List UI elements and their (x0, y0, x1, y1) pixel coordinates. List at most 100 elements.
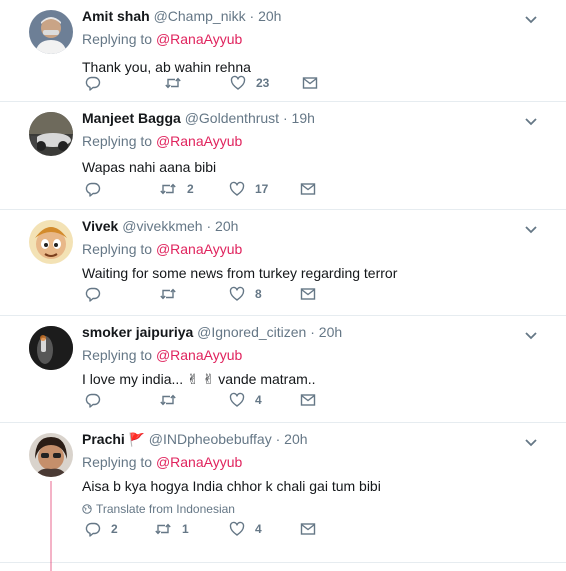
tweet-time[interactable]: 19h (292, 110, 315, 126)
direct-message-button[interactable] (300, 391, 316, 409)
separator-dot: · (279, 110, 292, 126)
reply-icon (85, 181, 101, 197)
envelope-icon (302, 76, 318, 90)
chevron-down-icon[interactable] (524, 12, 538, 24)
retweet-icon (159, 181, 177, 197)
envelope-icon (300, 287, 316, 301)
like-count: 8 (255, 287, 262, 301)
author-name[interactable]: smoker jaipuriya (82, 324, 193, 340)
author-name[interactable]: Vivek (82, 218, 118, 234)
envelope-icon (300, 393, 316, 407)
avatar[interactable] (29, 220, 73, 264)
like-count: 4 (255, 393, 262, 407)
replying-prefix: Replying to (82, 241, 153, 257)
chevron-down-icon[interactable] (524, 328, 538, 340)
retweet-count: 1 (182, 522, 189, 536)
tweet-text: I love my india... ✌ ✌ vande matram.. (82, 371, 316, 387)
translate-label: Translate from Indonesian (96, 502, 235, 516)
replying-to: Replying to @RanaAyyub (82, 240, 242, 258)
replying-to: Replying to @RanaAyyub (82, 30, 242, 48)
reply-target-link[interactable]: @RanaAyyub (156, 241, 242, 257)
reply-tweet[interactable]: smoker jaipuriya @Ignored_citizen · 20h … (0, 316, 566, 423)
like-count: 17 (255, 182, 269, 196)
tweet-time[interactable]: 20h (319, 324, 342, 340)
reply-button[interactable] (85, 180, 111, 198)
reply-target-link[interactable]: @RanaAyyub (156, 454, 242, 470)
avatar[interactable] (29, 10, 73, 54)
retweet-button[interactable] (159, 285, 187, 303)
reply-tweet[interactable]: Prachi 🚩 @INDpheobebuffay · 20h Replying… (0, 423, 566, 571)
heart-icon (229, 286, 245, 302)
author-name[interactable]: Prachi (82, 431, 125, 447)
globe-icon (82, 503, 92, 517)
tweet-header: Vivek @vivekkmeh · 20h (82, 217, 238, 235)
direct-message-button[interactable] (300, 285, 316, 303)
reply-tweet[interactable]: Manjeet Bagga @Goldenthrust · 19h Replyi… (0, 102, 566, 210)
direct-message-button[interactable] (302, 74, 318, 92)
like-button[interactable]: 8 (229, 285, 262, 303)
retweet-button[interactable] (164, 74, 192, 92)
tweet-header: Manjeet Bagga @Goldenthrust · 19h (82, 109, 315, 127)
retweet-button[interactable]: 1 (154, 520, 189, 538)
author-handle[interactable]: @Ignored_citizen (197, 324, 306, 340)
tweet-header: smoker jaipuriya @Ignored_citizen · 20h (82, 323, 342, 341)
translate-link[interactable]: Translate from Indonesian (82, 502, 235, 517)
retweet-count: 2 (187, 182, 194, 196)
thread-line (50, 481, 52, 571)
avatar[interactable] (29, 112, 73, 156)
author-handle[interactable]: @INDpheobebuffay (149, 431, 272, 447)
tweet-header: Prachi 🚩 @INDpheobebuffay · 20h (82, 430, 308, 449)
chevron-down-icon[interactable] (524, 435, 538, 447)
replying-to: Replying to @RanaAyyub (82, 132, 242, 150)
direct-message-button[interactable] (300, 180, 316, 198)
reply-icon (85, 75, 101, 91)
tweet-text: Waiting for some news from turkey regard… (82, 265, 398, 281)
chevron-down-icon[interactable] (524, 222, 538, 234)
retweet-icon (164, 75, 182, 91)
tweet-time[interactable]: 20h (284, 431, 307, 447)
replying-prefix: Replying to (82, 454, 153, 470)
reply-button[interactable] (85, 391, 111, 409)
tweet-header: Amit shah @Champ_nikk · 20h (82, 7, 281, 25)
like-button[interactable]: 17 (229, 180, 268, 198)
retweet-icon (154, 521, 172, 537)
separator-dot: · (202, 218, 216, 234)
like-button[interactable]: 23 (230, 74, 269, 92)
replying-prefix: Replying to (82, 347, 153, 363)
separator-dot: · (245, 8, 259, 24)
reply-target-link[interactable]: @RanaAyyub (156, 133, 242, 149)
tweet-time[interactable]: 20h (258, 8, 281, 24)
avatar[interactable] (29, 433, 73, 477)
envelope-icon (300, 182, 316, 196)
reply-target-link[interactable]: @RanaAyyub (156, 347, 242, 363)
author-handle[interactable]: @Goldenthrust (185, 110, 279, 126)
author-name[interactable]: Manjeet Bagga (82, 110, 181, 126)
replying-prefix: Replying to (82, 31, 153, 47)
tweet-time[interactable]: 20h (215, 218, 238, 234)
heart-icon (229, 181, 245, 197)
avatar[interactable] (29, 326, 73, 370)
reply-button[interactable] (85, 74, 111, 92)
like-button[interactable]: 4 (229, 520, 262, 538)
replying-prefix: Replying to (82, 133, 153, 149)
reply-button[interactable] (85, 285, 111, 303)
retweet-button[interactable] (159, 391, 187, 409)
heart-icon (229, 392, 245, 408)
reply-tweet[interactable]: Vivek @vivekkmeh · 20h Replying to @Rana… (0, 210, 566, 316)
like-button[interactable]: 4 (229, 391, 262, 409)
direct-message-button[interactable] (300, 520, 316, 538)
author-handle[interactable]: @vivekkmeh (122, 218, 202, 234)
reply-icon (85, 521, 101, 537)
author-name[interactable]: Amit shah (82, 8, 150, 24)
reply-target-link[interactable]: @RanaAyyub (156, 31, 242, 47)
author-handle[interactable]: @Champ_nikk (154, 8, 246, 24)
like-count: 4 (255, 522, 262, 536)
reply-button[interactable]: 2 (85, 520, 118, 538)
retweet-icon (159, 286, 177, 302)
reply-tweet[interactable]: Amit shah @Champ_nikk · 20h Replying to … (0, 0, 566, 102)
retweet-button[interactable]: 2 (159, 180, 194, 198)
heart-icon (230, 75, 246, 91)
separator-dot: · (271, 431, 285, 447)
heart-icon (229, 521, 245, 537)
chevron-down-icon[interactable] (524, 114, 538, 126)
